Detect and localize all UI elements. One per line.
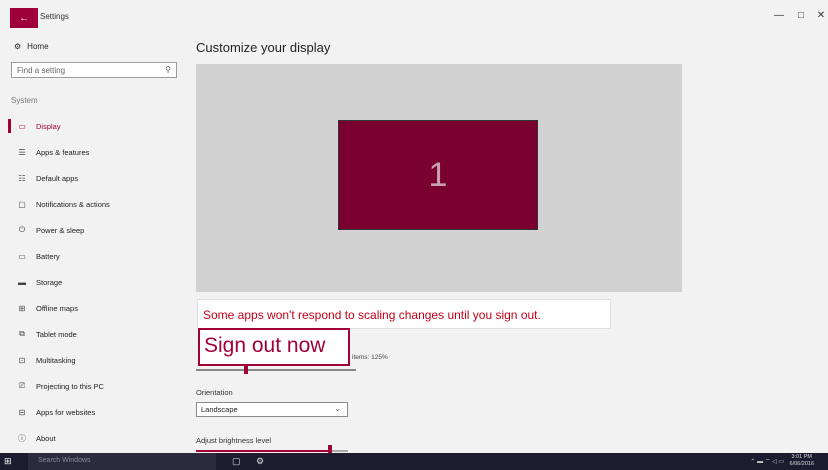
- search-icon: ⚲: [165, 65, 171, 74]
- sidebar-item-battery[interactable]: ▭ Battery: [8, 246, 186, 266]
- sidebar-item-label: Battery: [36, 251, 60, 261]
- sidebar-item-label: About: [36, 433, 56, 443]
- map-icon: ⊞: [18, 303, 26, 313]
- home-label: Home: [27, 42, 49, 51]
- scale-text: items: 125%: [352, 354, 388, 361]
- brightness-slider-fill: [196, 450, 330, 452]
- back-button[interactable]: ←: [10, 8, 38, 28]
- sign-out-now-link[interactable]: Sign out now: [198, 328, 350, 366]
- orientation-value: Landscape: [201, 405, 238, 414]
- main-content: Customize your display 1 Orientation Lan…: [196, 32, 816, 455]
- power-icon: ⏻: [18, 225, 26, 234]
- page-title: Customize your display: [196, 40, 331, 55]
- system-tray-icons[interactable]: ⌃ ▬ ⌔ ◁ ▭: [750, 457, 784, 465]
- sidebar-item-multitasking[interactable]: ⊡ Multitasking: [8, 350, 186, 370]
- sidebar-item-label: Apps & features: [36, 147, 90, 157]
- clock-date: 6/06/2016: [789, 461, 814, 467]
- multitasking-icon: ⊡: [18, 355, 26, 365]
- back-arrow-icon: ←: [19, 12, 29, 24]
- display-arrangement-area: 1: [196, 64, 682, 292]
- monitor-tile[interactable]: 1: [338, 120, 538, 230]
- brightness-label: Adjust brightness level: [196, 436, 272, 445]
- settings-window: ← Settings — □ ✕ ⚙ Home Find a setting ⚲…: [8, 6, 828, 455]
- sidebar-item-label: Projecting to this PC: [36, 381, 104, 391]
- monitor-icon: ▭: [18, 121, 26, 131]
- close-button[interactable]: ✕: [810, 10, 828, 21]
- sidebar-home[interactable]: ⚙ Home: [14, 42, 49, 51]
- search-placeholder: Find a setting: [17, 66, 66, 75]
- sidebar-item-label: Power & sleep: [36, 225, 85, 235]
- info-icon: ⓘ: [18, 433, 26, 443]
- sidebar-item-apps-features[interactable]: ☰ Apps & features: [8, 142, 186, 162]
- sidebar-item-apps-for-websites[interactable]: ⊟ Apps for websites: [8, 402, 186, 422]
- default-apps-icon: ☷: [18, 173, 26, 183]
- windows-start-icon[interactable]: ⊞: [4, 456, 16, 467]
- sidebar-item-label: Display: [36, 121, 61, 131]
- sidebar-item-label: Tablet mode: [36, 329, 77, 339]
- window-title: Settings: [40, 12, 69, 21]
- taskbar-clock[interactable]: 3:01 PM 6/06/2016: [790, 454, 814, 468]
- taskbar-search-input[interactable]: Search Windows: [28, 453, 216, 470]
- task-view-icon[interactable]: ▢: [232, 456, 241, 467]
- apps-websites-icon: ⊟: [18, 407, 26, 417]
- maximize-button[interactable]: □: [790, 10, 812, 21]
- sidebar-item-label: Notifications & actions: [36, 199, 110, 209]
- scaling-warning-callout: Some apps won't respond to scaling chang…: [198, 300, 610, 328]
- orientation-select[interactable]: Landscape ⌄: [196, 402, 348, 417]
- notification-icon: ▢: [18, 199, 26, 209]
- sidebar-item-notifications-actions[interactable]: ▢ Notifications & actions: [8, 194, 186, 214]
- list-icon: ☰: [18, 147, 26, 157]
- projecting-icon: ⎚: [18, 381, 26, 390]
- sidebar-item-default-apps[interactable]: ☷ Default apps: [8, 168, 186, 188]
- scaling-warning-text: Some apps won't respond to scaling chang…: [203, 308, 541, 322]
- sidebar-item-label: Apps for websites: [36, 407, 96, 417]
- minimize-button[interactable]: —: [768, 10, 790, 21]
- sidebar-item-storage[interactable]: ▬ Storage: [8, 272, 186, 292]
- sidebar-item-offline-maps[interactable]: ⊞ Offline maps: [8, 298, 186, 318]
- sign-out-now-label: Sign out now: [204, 334, 326, 357]
- sidebar-item-label: Storage: [36, 277, 63, 287]
- scale-slider-thumb[interactable]: [244, 365, 248, 374]
- orientation-label: Orientation: [196, 388, 233, 397]
- taskbar: ⊞ Search Windows ▢ ⚙ ⌃ ▬ ⌔ ◁ ▭ 3:01 PM 6…: [0, 453, 828, 470]
- sidebar-item-label: Multitasking: [36, 355, 76, 365]
- sidebar-item-tablet-mode[interactable]: ⧉ Tablet mode: [8, 324, 186, 344]
- gear-icon: ⚙: [14, 42, 22, 51]
- sidebar-item-about[interactable]: ⓘ About: [8, 428, 186, 448]
- settings-taskbar-icon[interactable]: ⚙: [256, 456, 264, 467]
- chevron-down-icon: ⌄: [334, 404, 341, 413]
- battery-icon: ▭: [18, 251, 26, 261]
- search-input[interactable]: Find a setting ⚲: [11, 62, 177, 78]
- title-bar: ← Settings — □ ✕: [8, 6, 828, 32]
- scale-slider-track[interactable]: [196, 369, 356, 371]
- section-label: System: [11, 96, 38, 105]
- sidebar-item-label: Offline maps: [36, 303, 78, 313]
- sidebar-item-projecting-to-this-pc[interactable]: ⎚ Projecting to this PC: [8, 376, 186, 396]
- sidebar-item-label: Default apps: [36, 173, 79, 183]
- clock-time: 3:01 PM: [791, 454, 812, 460]
- sidebar: ⚙ Home Find a setting ⚲ System ▭ Display ☰…: [8, 32, 188, 452]
- monitor-number: 1: [428, 155, 448, 194]
- sidebar-item-display[interactable]: ▭ Display: [8, 116, 186, 136]
- storage-icon: ▬: [18, 277, 26, 287]
- sidebar-item-power-sleep[interactable]: ⏻ Power & sleep: [8, 220, 186, 240]
- tablet-icon: ⧉: [19, 329, 25, 338]
